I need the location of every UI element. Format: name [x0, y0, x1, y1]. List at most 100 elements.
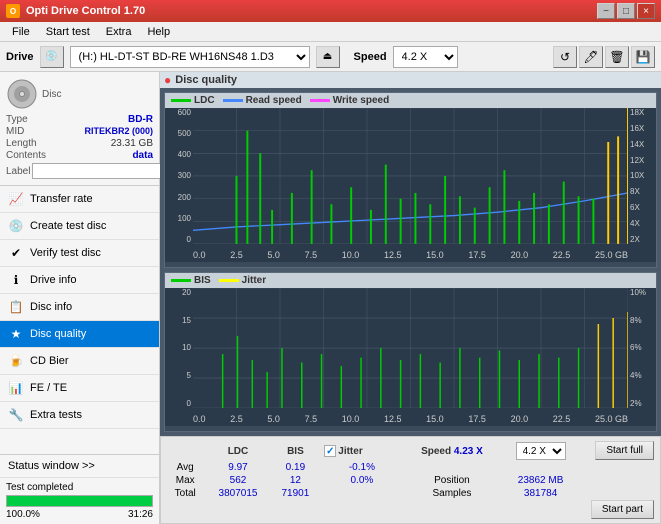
sidebar-item-cd-bier[interactable]: 🍺 CD Bier: [0, 348, 159, 375]
sidebar-label-verify-test-disc: Verify test disc: [30, 247, 101, 259]
menu-extra[interactable]: Extra: [98, 24, 140, 40]
verify-test-disc-icon: ✔: [8, 245, 24, 261]
sidebar-label-transfer-rate: Transfer rate: [30, 193, 93, 205]
legend-read-speed-color: [223, 99, 243, 102]
chart-1-header: LDC Read speed Write speed: [165, 93, 656, 108]
col-empty: [165, 441, 205, 461]
extra-tests-icon: 🔧: [8, 407, 24, 423]
bottom-stats-panel: LDC BIS ✓ Jitter Speed 4.23 X: [160, 436, 661, 524]
stats-table-area: LDC BIS ✓ Jitter Speed 4.23 X: [161, 437, 585, 523]
sidebar-item-disc-info[interactable]: 📋 Disc info: [0, 294, 159, 321]
fe-te-icon: 📊: [8, 380, 24, 396]
legend-bis-color: [171, 279, 191, 282]
speed-dropdown[interactable]: 4.2 X: [516, 442, 566, 460]
sidebar-item-disc-quality[interactable]: ★ Disc quality: [0, 321, 159, 348]
chart-2-svg: [193, 288, 628, 408]
row-avg-label: Avg: [165, 461, 205, 474]
legend-jitter: Jitter: [219, 275, 266, 286]
chart-1-body: 6005004003002001000 18X16X14X12X10X8X6X4…: [165, 108, 656, 262]
table-row-avg: Avg 9.97 0.19 -0.1%: [165, 461, 581, 474]
chart-1-y-axis-right: 18X16X14X12X10X8X6X4X2X: [630, 108, 654, 244]
sidebar-item-create-test-disc[interactable]: 💿 Create test disc: [0, 213, 159, 240]
toolbar-btn-2[interactable]: 🖊: [579, 46, 603, 68]
position-label: Position: [404, 474, 501, 487]
sidebar-item-fe-te[interactable]: 📊 FE / TE: [0, 375, 159, 402]
status-window-button[interactable]: Status window >>: [0, 455, 159, 478]
close-button[interactable]: ×: [637, 3, 655, 19]
create-test-disc-icon: 💿: [8, 218, 24, 234]
disc-info-icon: 📋: [8, 299, 24, 315]
sidebar-item-transfer-rate[interactable]: 📈 Transfer rate: [0, 186, 159, 213]
col-ldc: LDC: [205, 441, 270, 461]
row-total-label: Total: [165, 487, 205, 500]
legend-ldc-color: [171, 99, 191, 102]
progress-percent: 100.0%: [6, 509, 40, 520]
disc-info-table: Type BD-R MID RITEKBR2 (000) Length 23.3…: [6, 114, 153, 179]
drive-bar: Drive 💿 (H:) HL-DT-ST BD-RE WH16NS48 1.D…: [0, 42, 661, 72]
eject-button[interactable]: ⏏: [316, 46, 340, 68]
table-row-total: Total 3807015 71901 Samples 381784: [165, 487, 581, 500]
table-row-max: Max 562 12 0.0% Position 23862 MB: [165, 474, 581, 487]
label-input[interactable]: [32, 163, 170, 179]
legend-jitter-color: [219, 279, 239, 282]
type-label: Type: [6, 114, 28, 125]
toolbar-btn-save[interactable]: 💾: [631, 46, 655, 68]
disc-quality-icon: ★: [8, 326, 24, 342]
toolbar-btn-3[interactable]: 🗑: [605, 46, 629, 68]
minimize-button[interactable]: −: [597, 3, 615, 19]
status-section: Status window >> Test completed 100.0% 3…: [0, 454, 159, 524]
sidebar-label-disc-quality: Disc quality: [30, 328, 86, 340]
main-layout: Disc Type BD-R MID RITEKBR2 (000) Length…: [0, 72, 661, 524]
avg-speed-label: [404, 461, 501, 474]
jitter-checkbox[interactable]: ✓: [324, 445, 336, 457]
contents-value: data: [132, 150, 153, 161]
sidebar-item-extra-tests[interactable]: 🔧 Extra tests: [0, 402, 159, 429]
max-ldc: 562: [205, 474, 270, 487]
sidebar-item-drive-info[interactable]: ℹ Drive info: [0, 267, 159, 294]
menu-help[interactable]: Help: [139, 24, 178, 40]
chart-panel-2: BIS Jitter 20151050 10%8: [164, 272, 657, 432]
chart-panel-1: LDC Read speed Write speed: [164, 92, 657, 268]
samples-label: Samples: [404, 487, 501, 500]
row-max-label: Max: [165, 474, 205, 487]
disc-quality-header-icon: ●: [164, 73, 171, 87]
speed-select[interactable]: 4.2 X: [393, 46, 458, 68]
chart-2-y-axis-left: 20151050: [167, 288, 191, 408]
disc-graphic: [6, 78, 38, 110]
nav-items: 📈 Transfer rate 💿 Create test disc ✔ Ver…: [0, 186, 159, 454]
chart-2-header: BIS Jitter: [165, 273, 656, 288]
speed-col-label: Speed: [421, 446, 451, 457]
mid-label: MID: [6, 126, 24, 137]
speed-label: Speed: [354, 51, 387, 63]
total-bis: 71901: [271, 487, 321, 500]
drive-icon: 💿: [40, 46, 64, 68]
length-label: Length: [6, 138, 37, 149]
app-icon: O: [6, 4, 20, 18]
chart-2-x-axis: 0.02.55.07.510.012.515.017.520.022.525.0…: [193, 414, 628, 424]
length-value: 23.31 GB: [111, 138, 153, 149]
maximize-button[interactable]: □: [617, 3, 635, 19]
legend-bis: BIS: [171, 275, 211, 286]
position-value: 23862 MB: [500, 474, 581, 487]
menu-file[interactable]: File: [4, 24, 38, 40]
total-jitter: [320, 487, 403, 500]
avg-speed-val: [500, 461, 581, 474]
content-wrapper: ● Disc quality LDC Read speed: [160, 72, 661, 524]
disc-quality-title-text: Disc quality: [175, 74, 237, 86]
menu-bar: File Start test Extra Help: [0, 22, 661, 42]
start-full-button[interactable]: Start full: [595, 441, 654, 460]
start-part-button[interactable]: Start part: [591, 500, 654, 519]
sidebar-label-disc-info: Disc info: [30, 301, 72, 313]
speed-col-value: 4.23 X: [454, 446, 483, 457]
menu-start-test[interactable]: Start test: [38, 24, 98, 40]
time-display: 31:26: [128, 509, 153, 520]
chart-2-y-axis-right: 10%8%6%4%2%: [630, 288, 654, 408]
sidebar-item-verify-test-disc[interactable]: ✔ Verify test disc: [0, 240, 159, 267]
avg-jitter: -0.1%: [320, 461, 403, 474]
legend-ldc-label: LDC: [194, 95, 215, 106]
status-text: Test completed: [6, 482, 153, 493]
drive-select[interactable]: (H:) HL-DT-ST BD-RE WH16NS48 1.D3: [70, 46, 310, 68]
total-ldc: 3807015: [205, 487, 270, 500]
toolbar-btn-1[interactable]: ↺: [553, 46, 577, 68]
status-window-label: Status window >>: [8, 460, 95, 472]
